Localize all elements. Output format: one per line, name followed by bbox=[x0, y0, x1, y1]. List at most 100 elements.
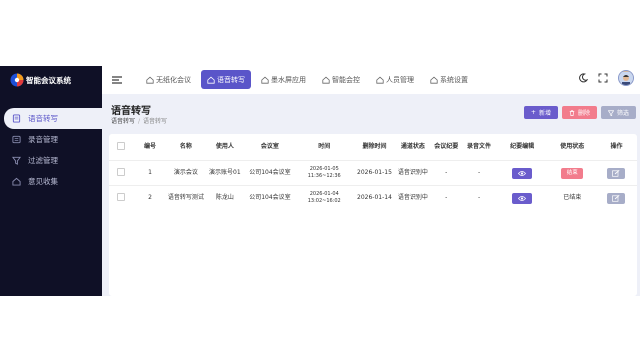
end-meeting-button[interactable]: 结束 bbox=[561, 167, 584, 179]
recording-icon bbox=[12, 135, 21, 144]
tab-paperless-meeting[interactable]: 无纸化会议 bbox=[140, 70, 197, 89]
app-frame: 智能会议系统 语音转写 录音管理 过滤管理 意见收集 无纸化会议 语音转写 墨水… bbox=[0, 66, 640, 296]
fullscreen-icon[interactable] bbox=[598, 73, 608, 83]
filter-button[interactable]: 筛选 bbox=[600, 106, 636, 119]
main-content: 语音转写 语音转写 / 语音转写 + 新增 删除 筛选 编号 名称 使用人 会议… bbox=[102, 94, 640, 296]
sidebar-item-feedback[interactable]: 意见收集 bbox=[0, 171, 102, 192]
sidebar-item-filters[interactable]: 过滤管理 bbox=[0, 150, 102, 171]
cell-minutes-edit bbox=[495, 160, 549, 186]
column-header: 纪要编辑 bbox=[510, 143, 535, 150]
tab-label: 语音转写 bbox=[217, 75, 245, 84]
cell-time: 2026-01-04 13:02~16:02 bbox=[295, 185, 353, 210]
tab-smart-control[interactable]: 智能会控 bbox=[316, 70, 366, 89]
column-header: 名称 bbox=[179, 143, 192, 150]
home-icon bbox=[376, 76, 384, 84]
transcription-table: 编号 名称 使用人 会议室 时间 删除时间 通道状态 会议纪要 录音文件 纪要编… bbox=[109, 134, 637, 210]
home-icon bbox=[322, 76, 330, 84]
column-header: 使用人 bbox=[215, 143, 234, 150]
cell-audio: - bbox=[462, 185, 496, 210]
cell-deleted-time: 2026-01-14 bbox=[352, 185, 396, 210]
home-icon bbox=[146, 76, 154, 84]
sidebar-item-transcription[interactable]: 语音转写 bbox=[4, 108, 102, 129]
cell-minutes: - bbox=[429, 160, 463, 186]
edit-button[interactable] bbox=[607, 192, 626, 204]
view-minutes-button[interactable] bbox=[512, 167, 533, 179]
user-avatar-icon bbox=[619, 72, 633, 85]
column-header: 会议纪要 bbox=[434, 143, 459, 150]
column-header: 录音文件 bbox=[467, 143, 492, 150]
edit-button[interactable] bbox=[607, 167, 626, 179]
cell-usage-status: 结束 bbox=[548, 160, 596, 186]
cell-time: 2026-01-05 11:36~12:36 bbox=[295, 160, 353, 186]
cell-room: 公司104会议室 bbox=[244, 185, 296, 210]
cell-name: 语音转写测试 bbox=[166, 185, 206, 210]
filter-button-label: 筛选 bbox=[616, 110, 629, 117]
cell-minutes-edit bbox=[495, 185, 549, 210]
avatar[interactable] bbox=[618, 70, 634, 86]
cell-id: 2 bbox=[133, 185, 167, 210]
row-select-cell bbox=[109, 185, 134, 210]
trash-icon bbox=[569, 109, 575, 116]
column-header: 使用状态 bbox=[560, 143, 585, 150]
cell-channel-status: 语音识别中 bbox=[396, 160, 430, 186]
eye-icon bbox=[518, 195, 527, 201]
toolbar-actions: + 新增 删除 筛选 bbox=[523, 106, 636, 119]
edit-pencil-icon bbox=[612, 194, 620, 202]
cell-minutes: - bbox=[429, 185, 463, 210]
view-minutes-button[interactable] bbox=[512, 192, 533, 204]
home-icon bbox=[430, 76, 438, 84]
cell-room: 公司104会议室 bbox=[244, 160, 296, 186]
dark-mode-moon-icon[interactable] bbox=[578, 73, 588, 83]
cell-id: 1 bbox=[133, 160, 167, 186]
sidebar-menu: 语音转写 录音管理 过滤管理 意见收集 bbox=[0, 108, 102, 192]
column-header: 通道状态 bbox=[400, 143, 425, 150]
column-header: 时间 bbox=[318, 143, 331, 150]
tab-personnel[interactable]: 人员管理 bbox=[370, 70, 420, 89]
filter-icon bbox=[12, 156, 21, 165]
sidebar-item-label: 语音转写 bbox=[28, 114, 58, 123]
tab-system-settings[interactable]: 系统设置 bbox=[424, 70, 474, 89]
cell-name: 演示会议 bbox=[166, 160, 206, 186]
cell-user: 陈龙山 bbox=[205, 185, 245, 210]
filter-icon bbox=[607, 109, 614, 116]
home-icon bbox=[207, 76, 215, 84]
app-title: 智能会议系统 bbox=[26, 75, 71, 85]
row-select-cell bbox=[109, 160, 134, 186]
home-icon bbox=[12, 177, 21, 186]
delete-button[interactable]: 删除 bbox=[561, 106, 597, 119]
select-all-checkbox[interactable] bbox=[117, 141, 126, 150]
tab-eink-apps[interactable]: 墨水屏应用 bbox=[255, 70, 312, 89]
sidebar-item-label: 意见收集 bbox=[28, 177, 58, 186]
edit-pencil-icon bbox=[612, 169, 620, 177]
column-header: 会议室 bbox=[260, 143, 279, 150]
breadcrumb-item[interactable]: 语音转写 bbox=[111, 118, 135, 125]
sidebar-item-label: 录音管理 bbox=[28, 135, 58, 144]
sidebar: 智能会议系统 语音转写 录音管理 过滤管理 意见收集 bbox=[0, 66, 102, 296]
table-row: 1 演示会议 演示账号01 公司104会议室 2026-01-05 11:36~… bbox=[109, 160, 637, 186]
row-checkbox[interactable] bbox=[117, 167, 126, 176]
add-button[interactable]: + 新增 bbox=[523, 106, 558, 119]
breadcrumb-separator: / bbox=[138, 118, 141, 125]
app-logo-icon bbox=[10, 73, 24, 87]
tab-label: 智能会控 bbox=[332, 75, 360, 84]
tab-label: 人员管理 bbox=[386, 75, 414, 84]
column-header: 删除时间 bbox=[362, 143, 387, 150]
top-right-tools bbox=[578, 70, 640, 86]
tab-voice-transcription[interactable]: 语音转写 bbox=[201, 70, 251, 89]
eye-icon bbox=[518, 170, 527, 176]
sidebar-item-label: 过滤管理 bbox=[28, 156, 58, 165]
top-bar: 无纸化会议 语音转写 墨水屏应用 智能会控 人员管理 系统设置 bbox=[102, 66, 640, 94]
page-title: 语音转写 bbox=[111, 106, 151, 117]
sidebar-item-recordings[interactable]: 录音管理 bbox=[0, 129, 102, 150]
document-icon bbox=[12, 114, 21, 123]
cell-audio: - bbox=[462, 160, 496, 186]
breadcrumb-current: 语音转写 bbox=[143, 118, 168, 125]
menu-toggle-icon[interactable] bbox=[112, 76, 122, 84]
column-header: 操作 bbox=[610, 143, 623, 150]
table-row: 2 语音转写测试 陈龙山 公司104会议室 2026-01-04 13:02~1… bbox=[109, 185, 637, 210]
row-checkbox[interactable] bbox=[117, 192, 126, 201]
cell-actions bbox=[595, 160, 637, 186]
cell-channel-status: 语音识别中 bbox=[396, 185, 430, 210]
plus-icon: + bbox=[530, 109, 536, 116]
column-header: 编号 bbox=[143, 143, 156, 150]
